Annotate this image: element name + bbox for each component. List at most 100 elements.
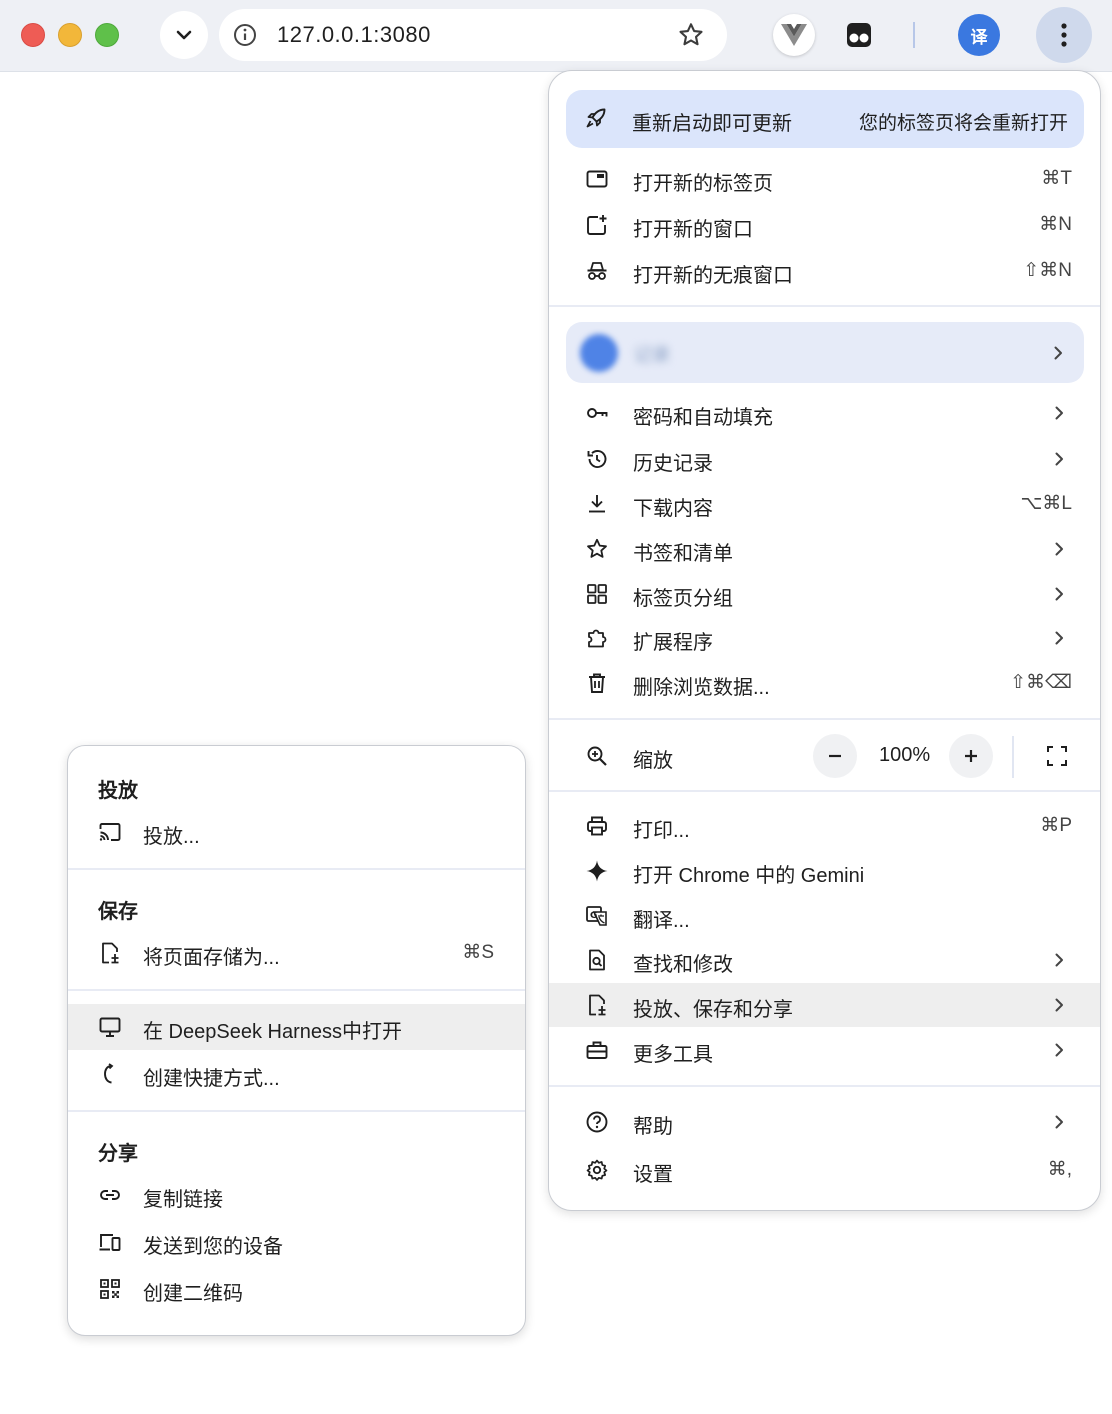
menu-item-gemini[interactable]: 打开 Chrome 中的 Gemini bbox=[549, 849, 1100, 893]
submenu-item-label: 创建二维码 bbox=[143, 1283, 243, 1305]
menu-item-settings[interactable]: 设置 ⌘, bbox=[549, 1148, 1100, 1192]
svg-text:G: G bbox=[590, 911, 597, 921]
fullscreen-button[interactable] bbox=[1035, 734, 1079, 778]
menu-item-new-tab[interactable]: 打开新的标签页 ⌘T bbox=[549, 157, 1100, 201]
menu-item-label: 设置 bbox=[633, 1164, 673, 1186]
menu-item-new-window[interactable]: 打开新的窗口 ⌘N bbox=[549, 203, 1100, 247]
address-bar[interactable]: 127.0.0.1:3080 bbox=[219, 9, 727, 61]
menu-item-new-incognito-window[interactable]: 打开新的无痕窗口 ⇧⌘N bbox=[549, 249, 1100, 293]
browser-toolbar: 127.0.0.1:3080 译 bbox=[0, 0, 1112, 72]
menu-item-find-and-edit[interactable]: 查找和修改 bbox=[549, 938, 1100, 982]
zoom-row: 缩放 100% bbox=[549, 726, 1100, 786]
menu-item-shortcut: ⌥⌘L bbox=[1020, 493, 1072, 514]
menu-item-label: 投放、保存和分享 bbox=[633, 999, 793, 1021]
cast-icon bbox=[99, 823, 121, 841]
menu-item-label: 打开新的无痕窗口 bbox=[633, 265, 793, 287]
section-header-share: 分享 bbox=[98, 1143, 138, 1165]
chevron-right-icon bbox=[1055, 452, 1063, 466]
chevron-right-icon bbox=[1055, 953, 1063, 967]
tampermonkey-icon bbox=[847, 23, 871, 47]
profile-item[interactable]: 记录 bbox=[566, 322, 1084, 383]
menu-separator bbox=[549, 790, 1100, 792]
find-in-page-icon bbox=[589, 949, 605, 971]
chevron-right-icon bbox=[1055, 542, 1063, 556]
tampermonkey-extension-button[interactable] bbox=[838, 14, 880, 56]
devices-icon bbox=[99, 1234, 121, 1251]
tab-search-button[interactable] bbox=[160, 11, 208, 59]
menu-item-label: 帮助 bbox=[633, 1116, 673, 1138]
submenu-item-open-in-app[interactable]: 在 DeepSeek Harness中打开 bbox=[68, 1004, 525, 1050]
submenu-item-send-to-devices[interactable]: 发送到您的设备 bbox=[68, 1219, 525, 1265]
menu-item-passwords-autofill[interactable]: 密码和自动填充 bbox=[549, 391, 1100, 435]
menu-item-shortcut: ⌘, bbox=[1047, 1159, 1072, 1180]
chevron-down-icon bbox=[176, 30, 192, 40]
menu-item-more-tools[interactable]: 更多工具 bbox=[549, 1028, 1100, 1072]
menu-item-shortcut: ⌘T bbox=[1041, 168, 1072, 189]
submenu-separator bbox=[68, 868, 525, 870]
history-icon bbox=[587, 450, 607, 468]
plus-icon bbox=[965, 750, 977, 762]
vue-logo-icon bbox=[781, 24, 807, 46]
fullscreen-icon bbox=[1047, 746, 1067, 766]
url-text[interactable]: 127.0.0.1:3080 bbox=[277, 22, 431, 48]
submenu-item-label: 在 DeepSeek Harness中打开 bbox=[143, 1021, 402, 1043]
chrome-main-menu: 重新启动即可更新 您的标签页将会重新打开 打开新的标签页 ⌘T 打开新的窗口 ⌘… bbox=[548, 70, 1101, 1211]
new-window-icon bbox=[587, 215, 607, 235]
zoom-divider bbox=[1012, 736, 1014, 778]
menu-item-clear-browsing-data[interactable]: 删除浏览数据... ⇧⌘⌫ bbox=[549, 661, 1100, 705]
bookmark-star-icon[interactable] bbox=[677, 21, 705, 49]
chevron-right-icon bbox=[1055, 587, 1063, 601]
submenu-item-create-qr[interactable]: 创建二维码 bbox=[68, 1266, 525, 1312]
translate-extension-button[interactable]: 译 bbox=[958, 14, 1000, 56]
save-page-icon bbox=[102, 942, 119, 964]
relaunch-to-update-item[interactable]: 重新启动即可更新 您的标签页将会重新打开 bbox=[566, 90, 1084, 148]
chrome-menu-button[interactable] bbox=[1036, 7, 1092, 63]
menu-item-tab-groups[interactable]: 标签页分组 bbox=[549, 572, 1100, 616]
menu-item-bookmarks-lists[interactable]: 书签和清单 bbox=[549, 527, 1100, 571]
menu-item-downloads[interactable]: 下载内容 ⌥⌘L bbox=[549, 482, 1100, 526]
printer-icon bbox=[587, 816, 607, 836]
menu-item-extensions[interactable]: 扩展程序 bbox=[549, 616, 1100, 660]
avatar bbox=[580, 334, 618, 372]
menu-item-history[interactable]: 历史记录 bbox=[549, 437, 1100, 481]
star-icon bbox=[587, 538, 607, 558]
submenu-item-label: 复制链接 bbox=[143, 1189, 223, 1211]
minimize-window-button[interactable] bbox=[58, 23, 82, 47]
menu-item-shortcut: ⇧⌘⌫ bbox=[1010, 672, 1072, 693]
menu-item-label: 翻译... bbox=[633, 910, 690, 932]
menu-item-shortcut: ⇧⌘N bbox=[1023, 260, 1072, 281]
submenu-item-save-page-as[interactable]: 将页面存储为... ⌘S bbox=[68, 930, 525, 976]
menu-item-label: 打开新的标签页 bbox=[633, 173, 773, 195]
relaunch-note: 您的标签页将会重新打开 bbox=[858, 113, 1068, 134]
submenu-item-create-shortcut[interactable]: 创建快捷方式... bbox=[68, 1051, 525, 1097]
menu-item-print[interactable]: 打印... ⌘P bbox=[549, 804, 1100, 848]
menu-item-help[interactable]: 帮助 bbox=[549, 1100, 1100, 1144]
puzzle-icon bbox=[588, 629, 607, 648]
tab-groups-icon bbox=[587, 584, 607, 604]
menu-item-label: 书签和清单 bbox=[633, 543, 733, 565]
zoom-in-button[interactable] bbox=[949, 734, 993, 778]
zoom-level: 100% bbox=[879, 744, 931, 766]
gear-icon bbox=[586, 1159, 608, 1181]
section-header-save: 保存 bbox=[98, 901, 138, 923]
submenu-item-cast[interactable]: 投放... bbox=[68, 809, 525, 855]
menu-item-label: 打印... bbox=[633, 820, 690, 842]
submenu-item-copy-link[interactable]: 复制链接 bbox=[68, 1172, 525, 1218]
save-page-icon bbox=[589, 994, 606, 1016]
zoom-window-button[interactable] bbox=[95, 23, 119, 47]
menu-item-cast-save-share[interactable]: 投放、保存和分享 bbox=[549, 983, 1100, 1027]
close-window-button[interactable] bbox=[21, 23, 45, 47]
menu-separator bbox=[549, 1085, 1100, 1087]
menu-item-label: 密码和自动填充 bbox=[633, 407, 773, 429]
menu-item-label: 标签页分组 bbox=[633, 588, 733, 610]
key-icon bbox=[587, 408, 608, 418]
menu-item-label: 更多工具 bbox=[633, 1044, 713, 1066]
chevron-right-icon bbox=[1055, 998, 1063, 1012]
menu-item-translate[interactable]: G 翻译... bbox=[549, 894, 1100, 938]
zoom-out-button[interactable] bbox=[813, 734, 857, 778]
vue-devtools-extension-button[interactable] bbox=[773, 14, 815, 56]
site-info-icon[interactable] bbox=[233, 23, 257, 47]
translate-extension-label: 译 bbox=[970, 27, 988, 47]
new-tab-icon bbox=[586, 170, 608, 188]
menu-item-label: 删除浏览数据... bbox=[633, 677, 770, 699]
